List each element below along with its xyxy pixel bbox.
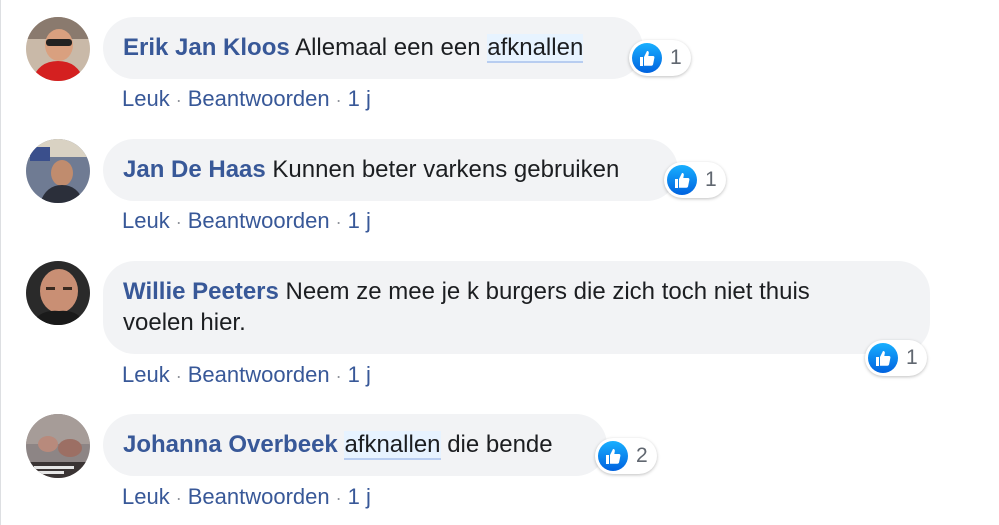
- mention-tag[interactable]: afknallen: [344, 431, 441, 460]
- comment-text: die bende: [447, 431, 553, 458]
- reply-link[interactable]: Beantwoorden: [188, 484, 330, 509]
- comment-bubble: Willie Peeters Neem ze mee je k burgers …: [103, 261, 930, 354]
- timestamp-link[interactable]: 1 j: [348, 362, 371, 387]
- comment-text: Neem ze mee je k burgers die zich toch n…: [285, 278, 810, 305]
- reaction-badge[interactable]: 1: [664, 162, 726, 198]
- separator: ·: [175, 90, 182, 110]
- comment-author[interactable]: Erik Jan Kloos: [123, 34, 290, 61]
- separator: ·: [335, 366, 342, 386]
- separator: ·: [335, 90, 342, 110]
- comment-actions: Leuk · Beantwoorden · 1 j: [122, 86, 371, 112]
- like-link[interactable]: Leuk: [122, 86, 170, 111]
- separator: ·: [175, 212, 182, 232]
- reaction-badge[interactable]: 1: [629, 40, 691, 76]
- comment-bubble: Johanna Overbeek afknallen die bende: [103, 414, 607, 476]
- reaction-badge[interactable]: 2: [595, 438, 657, 474]
- reaction-count: 1: [705, 168, 717, 191]
- timestamp-link[interactable]: 1 j: [348, 208, 371, 233]
- comment-text-line2: voelen hier.: [123, 309, 246, 336]
- comment-actions: Leuk · Beantwoorden · 1 j: [122, 208, 371, 234]
- mention-tag[interactable]: afknallen: [487, 34, 584, 63]
- comment-actions: Leuk · Beantwoorden · 1 j: [122, 362, 371, 388]
- thumbs-up-icon: [632, 43, 662, 73]
- separator: ·: [175, 366, 182, 386]
- avatar[interactable]: [26, 261, 90, 325]
- separator: ·: [175, 488, 182, 508]
- timestamp-link[interactable]: 1 j: [348, 484, 371, 509]
- reaction-count: 1: [906, 346, 918, 369]
- comment-author[interactable]: Jan De Haas: [123, 156, 266, 183]
- like-link[interactable]: Leuk: [122, 362, 170, 387]
- thumbs-up-icon: [868, 343, 898, 373]
- comment-author[interactable]: Willie Peeters: [123, 278, 279, 305]
- separator: ·: [335, 488, 342, 508]
- comments-section: Erik Jan Kloos Allemaal een een afknalle…: [0, 0, 999, 525]
- thumbs-up-icon: [598, 441, 628, 471]
- reaction-badge[interactable]: 1: [865, 340, 927, 376]
- comment-actions: Leuk · Beantwoorden · 1 j: [122, 484, 371, 510]
- comment-bubble: Jan De Haas Kunnen beter varkens gebruik…: [103, 139, 678, 201]
- reaction-count: 2: [636, 444, 648, 467]
- avatar[interactable]: [26, 414, 90, 478]
- avatar[interactable]: [26, 139, 90, 203]
- reply-link[interactable]: Beantwoorden: [188, 208, 330, 233]
- reply-link[interactable]: Beantwoorden: [188, 86, 330, 111]
- reply-link[interactable]: Beantwoorden: [188, 362, 330, 387]
- comment-text: Allemaal een een: [295, 34, 481, 61]
- separator: ·: [335, 212, 342, 232]
- comment-author[interactable]: Johanna Overbeek: [123, 431, 338, 458]
- comment-text: Kunnen beter varkens gebruiken: [272, 156, 620, 183]
- thumbs-up-icon: [667, 165, 697, 195]
- like-link[interactable]: Leuk: [122, 208, 170, 233]
- like-link[interactable]: Leuk: [122, 484, 170, 509]
- reaction-count: 1: [670, 46, 682, 69]
- comment-bubble: Erik Jan Kloos Allemaal een een afknalle…: [103, 17, 643, 79]
- timestamp-link[interactable]: 1 j: [348, 86, 371, 111]
- avatar[interactable]: [26, 17, 90, 81]
